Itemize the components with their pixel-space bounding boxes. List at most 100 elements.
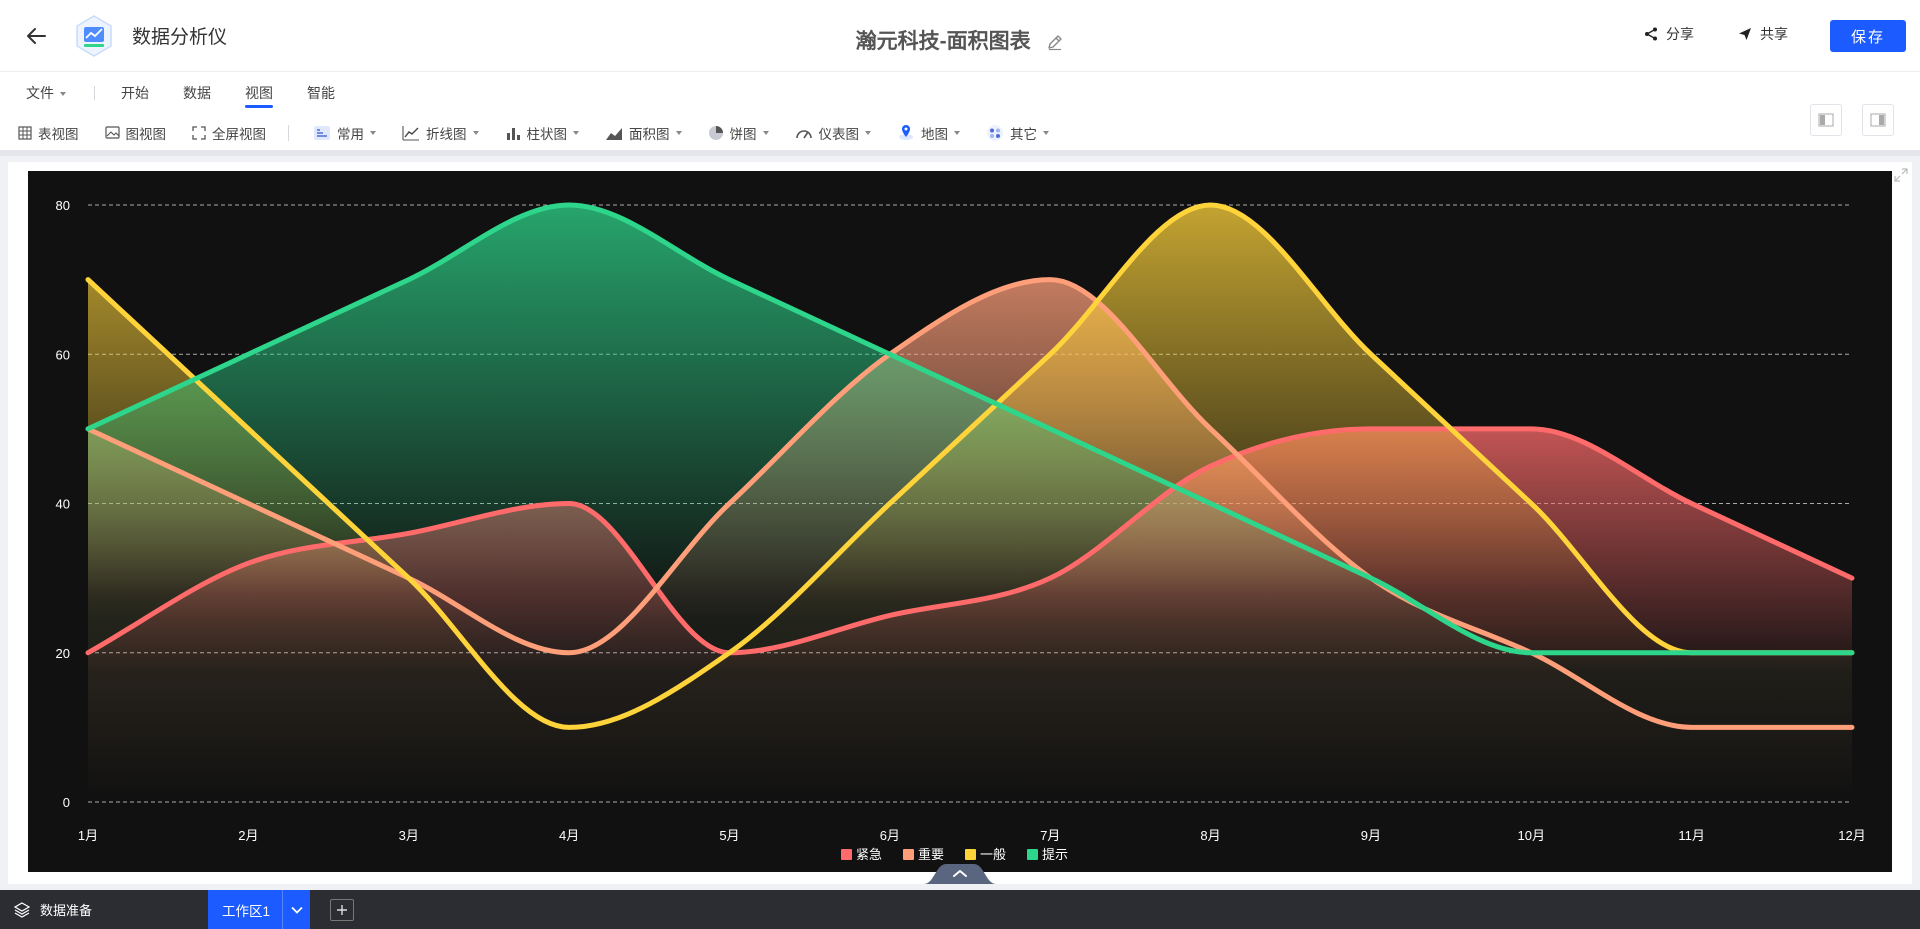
- other-charts-label: 其它: [1010, 127, 1037, 142]
- legend-label: 提示: [1042, 847, 1068, 862]
- workspace-footer: 数据准备 工作区1: [0, 890, 1920, 929]
- add-workspace-button[interactable]: [330, 899, 354, 921]
- data-prep-label: 数据准备: [40, 903, 93, 918]
- y-tick-label: 0: [63, 795, 70, 810]
- workspace-tab[interactable]: 工作区1: [208, 890, 310, 929]
- back-button[interactable]: [20, 20, 52, 52]
- caret-down-icon: [573, 131, 579, 135]
- panel-right-icon: [1870, 113, 1886, 127]
- y-tick-label: 40: [56, 497, 70, 512]
- line-chart-dropdown[interactable]: 折线图: [402, 122, 479, 144]
- cowork-label: 共享: [1760, 26, 1788, 42]
- fullscreen-icon: [192, 126, 206, 140]
- share-icon: [1645, 27, 1657, 41]
- caret-down-icon: [1043, 131, 1049, 135]
- area-chart-label: 面积图: [629, 127, 670, 142]
- map-chart-dropdown[interactable]: 地图: [897, 122, 960, 144]
- other-charts-dropdown[interactable]: 其它: [986, 122, 1049, 144]
- menu-divider: [94, 86, 95, 100]
- data-prep-button[interactable]: 数据准备: [14, 890, 92, 929]
- common-charts-dropdown[interactable]: 常用: [313, 122, 376, 144]
- pie-chart-icon: [708, 126, 723, 140]
- image-icon: [104, 126, 120, 139]
- caret-down-icon: [865, 131, 871, 135]
- legend-item[interactable]: 紧急: [841, 847, 882, 862]
- pie-chart-dropdown[interactable]: 饼图: [708, 122, 769, 144]
- chart-view-label: 图视图: [125, 127, 167, 142]
- gauge-chart-dropdown[interactable]: 仪表图: [795, 122, 871, 144]
- menu-file-label: 文件: [26, 85, 54, 101]
- legend-label: 紧急: [856, 847, 882, 862]
- save-button[interactable]: 保存: [1830, 20, 1906, 52]
- app-header: 数据分析仪 瀚元科技-面积图表 分享 共享 保存: [0, 0, 1920, 72]
- collapse-panel-tab[interactable]: [924, 860, 996, 884]
- x-tick-label: 2月: [238, 828, 258, 843]
- legend-swatch: [841, 849, 852, 860]
- app-logo-icon: [76, 15, 112, 57]
- bar-chart-icon: [506, 128, 520, 140]
- left-panel-toggle[interactable]: [1810, 104, 1842, 136]
- menu-tabs: 文件 开始 数据 视图 智能: [26, 82, 369, 108]
- toolbar-divider: [288, 125, 289, 141]
- tab-start[interactable]: 开始: [121, 82, 149, 104]
- document-title-wrap: 瀚元科技-面积图表: [0, 25, 1920, 55]
- map-pin-icon: [899, 125, 913, 140]
- area-chart: 0204060801月 2月 3月 4月 5月 6月 7月 8月 9月 10月 11月 12月 紧急重…: [56, 198, 1866, 862]
- legend-swatch: [903, 849, 914, 860]
- caret-down-icon: [675, 131, 682, 135]
- pie-chart-label: 饼图: [729, 127, 757, 142]
- x-tick-label: 9月: [1361, 828, 1381, 843]
- caret-down-icon: [472, 131, 479, 135]
- line-chart-label: 折线图: [426, 127, 467, 142]
- workspace-tab-label: 工作区1: [222, 903, 271, 919]
- layers-icon: [14, 901, 30, 918]
- table-view-button[interactable]: 表视图: [18, 122, 79, 144]
- line-chart-icon: [402, 126, 419, 141]
- x-tick-label: 6月: [880, 828, 900, 843]
- legend-item[interactable]: 提示: [1027, 847, 1068, 862]
- workspace-tab-menu[interactable]: [282, 890, 310, 929]
- x-tick-label: 3月: [399, 828, 419, 843]
- area-chart-dropdown[interactable]: 面积图: [605, 122, 682, 144]
- tab-data[interactable]: 数据: [183, 82, 211, 104]
- edit-pencil-icon[interactable]: [1046, 33, 1064, 51]
- caret-down-icon: [370, 131, 376, 135]
- caret-down-icon: [762, 131, 769, 135]
- fullscreen-view-label: 全屏视图: [212, 127, 266, 142]
- legend-swatch: [965, 849, 976, 860]
- x-tick-label: 10月: [1518, 828, 1545, 843]
- gauge-icon: [795, 130, 812, 139]
- tab-view[interactable]: 视图: [245, 82, 273, 108]
- gauge-chart-label: 仪表图: [818, 127, 860, 142]
- x-tick-label: 8月: [1200, 828, 1220, 843]
- menu-file[interactable]: 文件: [26, 82, 66, 104]
- bar-chart-dropdown[interactable]: 柱状图: [505, 122, 579, 144]
- fullscreen-view-button[interactable]: 全屏视图: [192, 122, 266, 144]
- area-chart-icon: [606, 128, 622, 140]
- y-tick-label: 20: [56, 646, 70, 661]
- cowork-button[interactable]: 共享: [1738, 24, 1788, 44]
- table-icon: [18, 126, 32, 140]
- bar-chart-label: 柱状图: [526, 127, 568, 142]
- share-label: 分享: [1666, 26, 1694, 42]
- app-name: 数据分析仪: [132, 27, 228, 48]
- expand-icon[interactable]: [1894, 168, 1908, 182]
- right-panel-toggle[interactable]: [1862, 104, 1894, 136]
- caret-down-icon: [954, 131, 960, 135]
- y-tick-label: 60: [56, 347, 70, 362]
- y-tick-label: 80: [56, 198, 70, 213]
- document-title[interactable]: 瀚元科技-面积图表: [856, 30, 1031, 53]
- x-tick-label: 11月: [1678, 828, 1705, 843]
- view-toolbar: 表视图 图视图 全屏视图 常用 折线图 柱状图 面积图 饼图 仪表图 地图 其它: [18, 122, 1075, 144]
- menu-bar: 文件 开始 数据 视图 智能 表视图 图视图 全屏视图 常用 折线图 柱状图 面…: [0, 72, 1920, 156]
- tab-smart[interactable]: 智能: [307, 82, 335, 104]
- arrow-left-icon: [27, 28, 46, 44]
- common-charts-label: 常用: [337, 127, 364, 142]
- x-tick-label: 4月: [559, 828, 579, 843]
- area-chart-panel: 0 20 40 60 80 1月 2月 3月 4月 5月 6月 7月 8月 9月 10月 11月 12月 紧急重…: [28, 171, 1892, 872]
- chart-view-button[interactable]: 图视图: [104, 122, 167, 144]
- chevron-down-icon: [290, 906, 303, 914]
- x-tick-label: 7月: [1040, 828, 1060, 843]
- share-button[interactable]: 分享: [1644, 24, 1694, 44]
- x-tick-label: 1月: [78, 828, 98, 843]
